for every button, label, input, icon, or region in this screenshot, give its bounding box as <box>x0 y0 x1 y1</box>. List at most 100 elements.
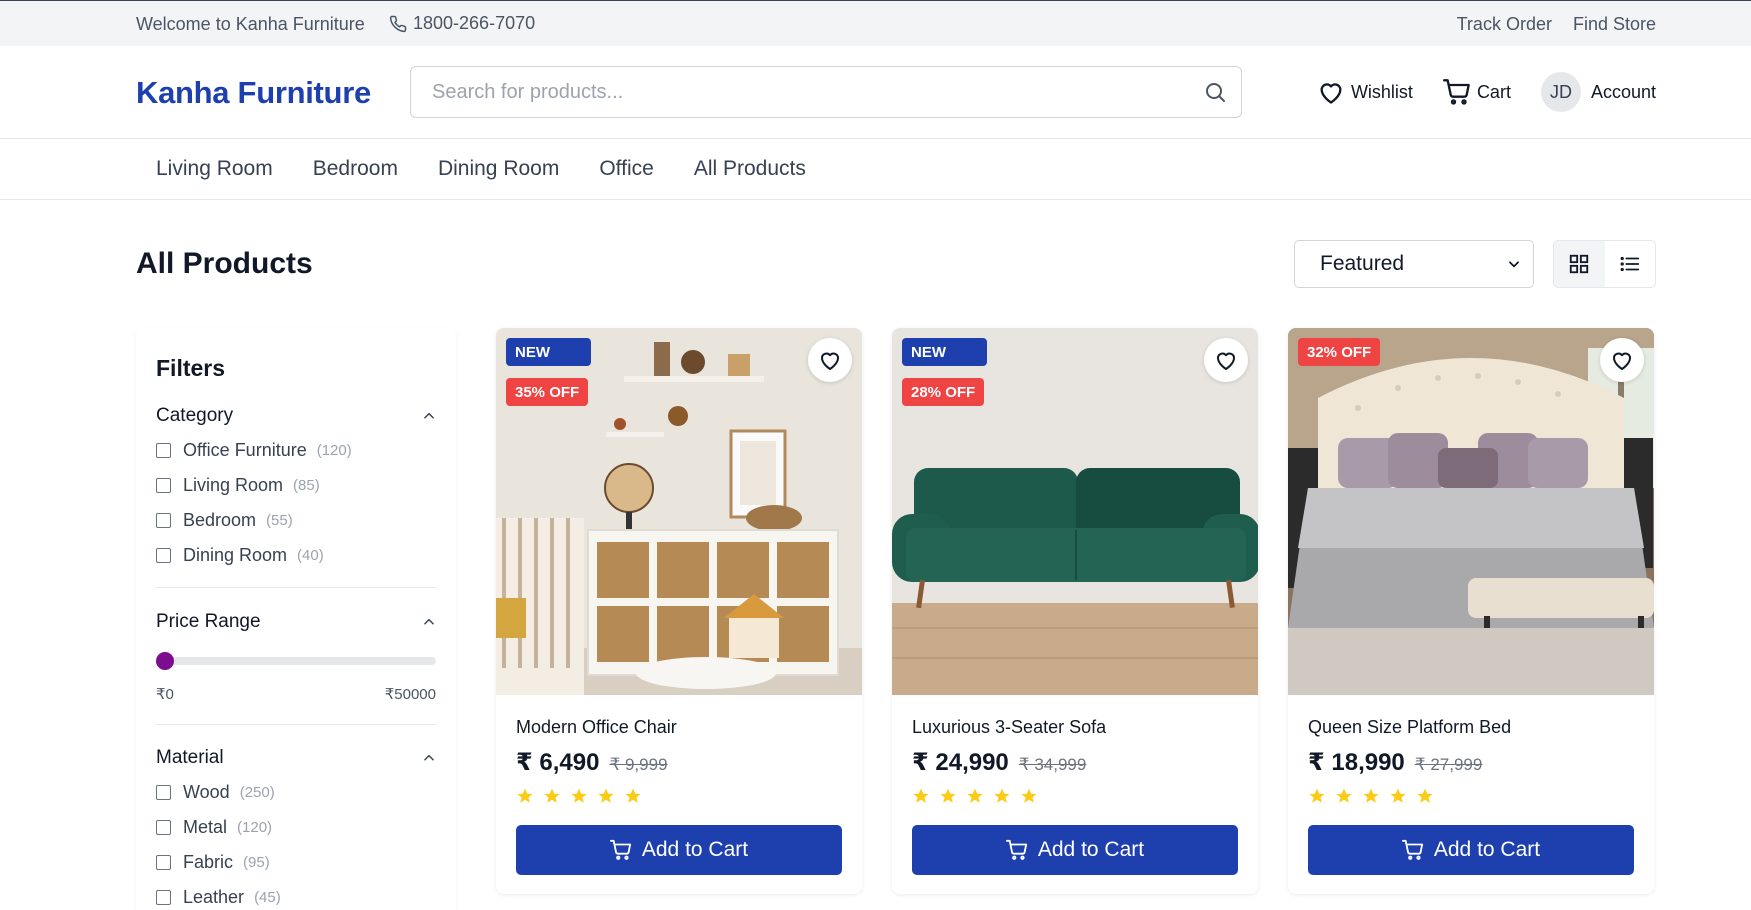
add-to-cart-button[interactable]: Add to Cart <box>516 825 842 875</box>
checkbox[interactable] <box>156 820 171 835</box>
heart-icon <box>1613 352 1631 370</box>
checkbox[interactable] <box>156 443 171 458</box>
search-box <box>410 66 1242 118</box>
checkbox[interactable] <box>156 855 171 870</box>
original-price: ₹ 34,999 <box>1018 755 1087 774</box>
price-range-title: Price Range <box>156 611 261 632</box>
cart-button[interactable]: Cart <box>1442 78 1511 106</box>
material-section-header[interactable]: Material <box>156 747 436 769</box>
filter-option-count: (45) <box>254 889 281 906</box>
checkbox[interactable] <box>156 513 171 528</box>
price-max-label: ₹50000 <box>384 686 436 703</box>
add-to-cart-button[interactable]: Add to Cart <box>912 825 1238 875</box>
checkbox[interactable] <box>156 890 171 905</box>
nav-item-dining-room[interactable]: Dining Room <box>438 157 559 181</box>
star-icon <box>544 788 560 803</box>
add-to-cart-button[interactable]: Add to Cart <box>1308 825 1634 875</box>
filter-option-label: Dining Room <box>183 545 288 565</box>
checkbox[interactable] <box>156 548 171 563</box>
wishlist-toggle[interactable] <box>808 338 852 382</box>
add-to-cart-label: Add to Cart <box>641 838 749 861</box>
cart-icon <box>609 839 631 860</box>
product-name[interactable]: Modern Office Chair <box>516 717 677 738</box>
star-icon <box>967 788 983 803</box>
search-icon[interactable] <box>1203 80 1227 104</box>
filter-option: Metal (120) <box>156 817 272 838</box>
chevron-down-icon <box>1509 261 1519 268</box>
filter-option: Leather (45) <box>156 887 281 908</box>
star-icon <box>571 788 587 803</box>
site-header: Kanha Furniture Wishlist Cart JD Account <box>0 46 1751 139</box>
site-logo[interactable]: Kanha Furniture <box>136 75 371 111</box>
grid-view-button[interactable] <box>1554 241 1605 287</box>
account-button[interactable]: JD Account <box>1540 72 1656 112</box>
category-nav: Living Room Bedroom Dining Room Office A… <box>0 139 1751 200</box>
star-icon <box>1309 788 1325 803</box>
filter-option: Wood (250) <box>156 782 275 803</box>
chevron-up-icon <box>424 754 434 761</box>
bedroom-image <box>1288 328 1654 695</box>
price-min-label: ₹0 <box>156 686 174 703</box>
wishlist-label: Wishlist <box>1350 81 1413 102</box>
product-image[interactable]: NEW 35% OFF <box>496 328 862 695</box>
filter-option-count: (120) <box>316 442 352 459</box>
phone-icon <box>389 15 407 32</box>
search-input[interactable] <box>411 67 1171 117</box>
divider <box>156 587 436 588</box>
filters-title: Filters <box>156 355 226 381</box>
product-image[interactable]: 32% OFF <box>1288 328 1654 695</box>
product-image[interactable]: NEW 28% OFF <box>892 328 1258 695</box>
star-icon <box>1417 788 1433 803</box>
track-order-link[interactable]: Track Order <box>1457 14 1552 35</box>
category-section-header[interactable]: Category <box>156 405 436 427</box>
price-slider-thumb[interactable] <box>156 652 174 670</box>
sort-select[interactable]: Featured <box>1294 240 1534 288</box>
original-price: ₹ 27,999 <box>1414 755 1483 774</box>
original-price: ₹ 9,999 <box>609 755 668 774</box>
page-title: All Products <box>136 247 313 280</box>
filter-option: Fabric (95) <box>156 852 270 873</box>
star-icon <box>625 788 641 803</box>
checkbox[interactable] <box>156 478 171 493</box>
checkbox[interactable] <box>156 785 171 800</box>
nav-item-all-products[interactable]: All Products <box>694 157 806 181</box>
material-title: Material <box>156 747 224 768</box>
nav-item-bedroom[interactable]: Bedroom <box>313 157 398 181</box>
product-card[interactable]: NEW 35% OFF Modern Office Chair ₹ 6,490 … <box>496 328 862 894</box>
wishlist-toggle[interactable] <box>1600 338 1644 382</box>
filter-option-count: (85) <box>293 477 320 494</box>
divider <box>156 724 436 725</box>
filter-option-label: Office Furniture <box>183 440 307 460</box>
current-price: ₹ 6,490 <box>516 749 600 776</box>
rating-stars <box>1308 787 1434 805</box>
price-slider-track[interactable] <box>156 657 436 665</box>
wishlist-button[interactable]: Wishlist <box>1317 79 1413 105</box>
filter-option: Office Furniture (120) <box>156 440 352 461</box>
star-icon <box>913 788 929 803</box>
product-name[interactable]: Queen Size Platform Bed <box>1308 717 1511 738</box>
list-view-button[interactable] <box>1605 241 1656 287</box>
cart-icon <box>1005 839 1027 860</box>
phone-contact[interactable]: 1800-266-7070 <box>389 13 535 34</box>
find-store-link[interactable]: Find Store <box>1573 14 1656 35</box>
wishlist-toggle[interactable] <box>1204 338 1248 382</box>
product-name[interactable]: Luxurious 3-Seater Sofa <box>912 717 1106 738</box>
price-section-header[interactable]: Price Range <box>156 611 436 633</box>
nav-item-living-room[interactable]: Living Room <box>156 157 273 181</box>
filter-option: Dining Room (40) <box>156 545 324 566</box>
product-price: ₹ 6,490 ₹ 9,999 <box>516 748 668 777</box>
current-price: ₹ 18,990 <box>1308 749 1405 776</box>
filter-option-count: (250) <box>239 784 275 801</box>
product-card[interactable]: 32% OFF Queen Size Platform Bed ₹ 18,990… <box>1288 328 1654 894</box>
top-bar: Welcome to Kanha Furniture 1800-266-7070… <box>0 0 1751 46</box>
sort-selected-value: Featured <box>1320 252 1405 275</box>
discount-badge: 32% OFF <box>1298 338 1381 366</box>
chevron-up-icon <box>424 412 434 419</box>
star-icon <box>1390 788 1406 803</box>
filter-option-label: Living Room <box>183 475 284 495</box>
cart-label: Cart <box>1476 81 1511 102</box>
cart-icon <box>1442 79 1470 105</box>
product-card[interactable]: NEW 28% OFF Luxurious 3-Seater Sofa ₹ 24… <box>892 328 1258 894</box>
nav-item-office[interactable]: Office <box>599 157 653 181</box>
star-icon <box>598 788 614 803</box>
